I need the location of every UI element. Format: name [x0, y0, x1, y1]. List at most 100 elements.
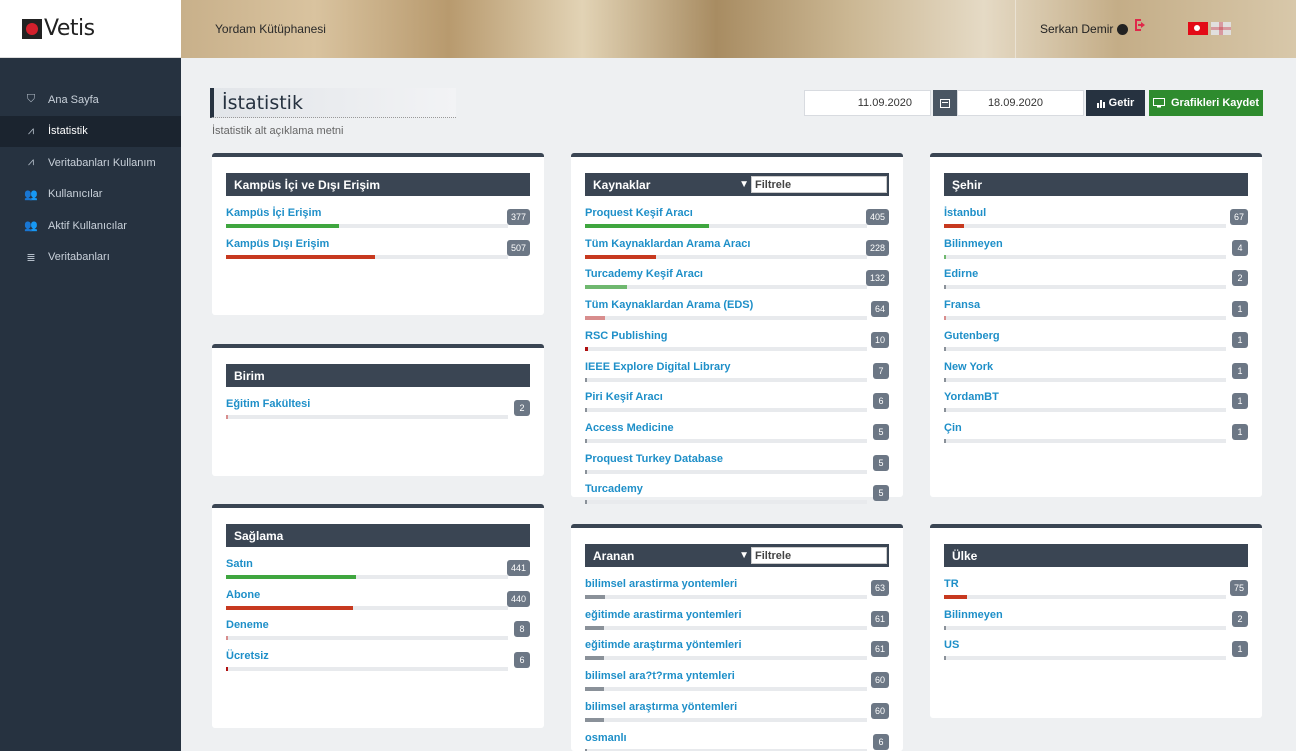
- list-item[interactable]: US 1: [944, 639, 1248, 670]
- logo[interactable]: Vetis: [0, 0, 181, 58]
- list-item-label[interactable]: RSC Publishing: [585, 330, 668, 342]
- list-item-label[interactable]: Turcademy Keşif Aracı: [585, 268, 703, 280]
- list-item-label[interactable]: Piri Keşif Aracı: [585, 391, 663, 403]
- progress-track: [585, 346, 867, 351]
- save-charts-button[interactable]: Grafikleri Kaydet: [1149, 90, 1263, 116]
- list-item-label[interactable]: Gutenberg: [944, 330, 1000, 342]
- list-item[interactable]: Gutenberg 1: [944, 330, 1248, 361]
- list-item[interactable]: Proquest Turkey Database 5: [585, 453, 889, 484]
- calendar-icon[interactable]: [933, 90, 957, 116]
- list-item-label[interactable]: bilimsel arastirma yontemleri: [585, 578, 737, 590]
- list-item[interactable]: Satın 441: [226, 558, 530, 589]
- filter-input[interactable]: Filtrele: [751, 547, 887, 564]
- list-item[interactable]: Çin 1: [944, 422, 1248, 453]
- list-item-label[interactable]: Abone: [226, 589, 260, 601]
- list-item[interactable]: Deneme 8: [226, 619, 530, 650]
- progress-track: [944, 224, 1226, 228]
- getir-label: Getir: [1108, 97, 1135, 109]
- list-item[interactable]: Kampüs Dışı Erişim 507: [226, 238, 530, 269]
- sidebar-item[interactable]: 👥 Aktif Kullanıcılar: [0, 210, 181, 242]
- list-item-label[interactable]: IEEE Explore Digital Library: [585, 361, 731, 373]
- list-item-label[interactable]: Access Medicine: [585, 422, 674, 434]
- list-item-label[interactable]: Deneme: [226, 619, 269, 631]
- list-item[interactable]: RSC Publishing 10: [585, 330, 889, 361]
- turkish-flag-icon[interactable]: [1188, 22, 1208, 35]
- list-item-label[interactable]: Edirne: [944, 268, 978, 280]
- sidebar-item[interactable]: ⛉ Ana Sayfa: [0, 84, 181, 116]
- list-item[interactable]: Tüm Kaynaklardan Arama Aracı 228: [585, 238, 889, 269]
- logout-icon[interactable]: [1133, 18, 1149, 36]
- list-item[interactable]: Piri Keşif Aracı 6: [585, 391, 889, 422]
- list-item-label[interactable]: Kampüs Dışı Erişim: [226, 238, 329, 250]
- list-item[interactable]: İstanbul 67: [944, 207, 1248, 238]
- filter-input[interactable]: Filtrele: [751, 176, 887, 193]
- panel-title: Sağlama: [226, 524, 530, 547]
- list-item-label[interactable]: Eğitim Fakültesi: [226, 398, 310, 410]
- list-item[interactable]: Edirne 2: [944, 268, 1248, 299]
- list-item-label[interactable]: New York: [944, 361, 993, 373]
- list-item-label[interactable]: eğitimde arastirma yontemleri: [585, 609, 742, 621]
- count-badge: 1: [1232, 301, 1248, 318]
- list-item[interactable]: Ücretsiz 6: [226, 650, 530, 681]
- list-item-label[interactable]: YordamBT: [944, 391, 999, 403]
- list-item-label[interactable]: Tüm Kaynaklardan Arama (EDS): [585, 299, 753, 311]
- list-item[interactable]: Eğitim Fakültesi 2: [226, 398, 530, 429]
- progress-track: [585, 717, 867, 722]
- list-item[interactable]: Abone 440: [226, 589, 530, 620]
- list-item[interactable]: Proquest Keşif Aracı 405: [585, 207, 889, 238]
- list-item[interactable]: Tüm Kaynaklardan Arama (EDS) 64: [585, 299, 889, 330]
- list-item[interactable]: bilimsel arastirma yontemleri 63: [585, 578, 889, 609]
- list-item-label[interactable]: Tüm Kaynaklardan Arama Aracı: [585, 238, 750, 250]
- english-flag-icon[interactable]: [1211, 22, 1231, 35]
- start-date-input[interactable]: 11.09.2020: [804, 90, 931, 116]
- list-item[interactable]: Turcademy Keşif Aracı 132: [585, 268, 889, 299]
- list-item-label[interactable]: Turcademy: [585, 483, 643, 495]
- list-item[interactable]: eğitimde araştırma yöntemleri 61: [585, 639, 889, 670]
- list-item[interactable]: IEEE Explore Digital Library 7: [585, 361, 889, 392]
- progress-fill: [226, 254, 376, 259]
- count-badge: 1: [1232, 641, 1248, 658]
- list-item[interactable]: bilimsel ara?t?rma yntemleri 60: [585, 670, 889, 701]
- list-item-label[interactable]: İstanbul: [944, 207, 986, 219]
- list-item-label[interactable]: Proquest Keşif Aracı: [585, 207, 693, 219]
- list-item[interactable]: Access Medicine 5: [585, 422, 889, 453]
- list-item[interactable]: New York 1: [944, 361, 1248, 392]
- list-item-label[interactable]: Fransa: [944, 299, 980, 311]
- list-item-label[interactable]: Kampüs İçi Erişim: [226, 207, 321, 219]
- list-item[interactable]: Bilinmeyen 2: [944, 609, 1248, 640]
- users-icon: 👥: [24, 220, 38, 233]
- list-item-label[interactable]: bilimsel ara?t?rma yntemleri: [585, 670, 735, 682]
- list-item[interactable]: Kampüs İçi Erişim 377: [226, 207, 530, 238]
- list-item-label[interactable]: US: [944, 639, 959, 651]
- list-item[interactable]: TR 75: [944, 578, 1248, 609]
- sidebar-item[interactable]: ⩘ İstatistik: [0, 115, 181, 147]
- sidebar-item[interactable]: ≣ Veritabanları: [0, 242, 181, 274]
- list-item[interactable]: eğitimde arastirma yontemleri 61: [585, 609, 889, 640]
- list-item-label[interactable]: Proquest Turkey Database: [585, 453, 723, 465]
- chart-icon: ⩘: [27, 124, 35, 137]
- sidebar-item[interactable]: ⩘ Veritabanları Kullanım: [0, 147, 181, 179]
- list-item-label[interactable]: Bilinmeyen: [944, 609, 1003, 621]
- getir-button[interactable]: Getir: [1086, 90, 1145, 116]
- list-item[interactable]: Bilinmeyen 4: [944, 238, 1248, 269]
- list-item-label[interactable]: Ücretsiz: [226, 650, 269, 662]
- count-badge: 7: [873, 362, 889, 379]
- list-item-label[interactable]: eğitimde araştırma yöntemleri: [585, 639, 742, 651]
- list-item[interactable]: Turcademy 5: [585, 483, 889, 514]
- sidebar-item-label: İstatistik: [48, 125, 88, 138]
- list-item-label[interactable]: Bilinmeyen: [944, 238, 1003, 250]
- list-item[interactable]: YordamBT 1: [944, 391, 1248, 422]
- list-item[interactable]: osmanlı 6: [585, 732, 889, 751]
- sidebar-item[interactable]: 👥 Kullanıcılar: [0, 179, 181, 211]
- list-item-label[interactable]: osmanlı: [585, 732, 627, 744]
- list-item-label[interactable]: Çin: [944, 422, 962, 434]
- progress-fill: [944, 254, 946, 259]
- list-item-label[interactable]: bilimsel araştırma yöntemleri: [585, 701, 737, 713]
- list-item[interactable]: Fransa 1: [944, 299, 1248, 330]
- progress-track: [226, 254, 508, 259]
- list-item-label[interactable]: Satın: [226, 558, 253, 570]
- end-date-input[interactable]: 18.09.2020: [957, 90, 1084, 116]
- user-menu[interactable]: Serkan Demir: [1015, 0, 1146, 58]
- list-item-label[interactable]: TR: [944, 578, 959, 590]
- list-item[interactable]: bilimsel araştırma yöntemleri 60: [585, 701, 889, 732]
